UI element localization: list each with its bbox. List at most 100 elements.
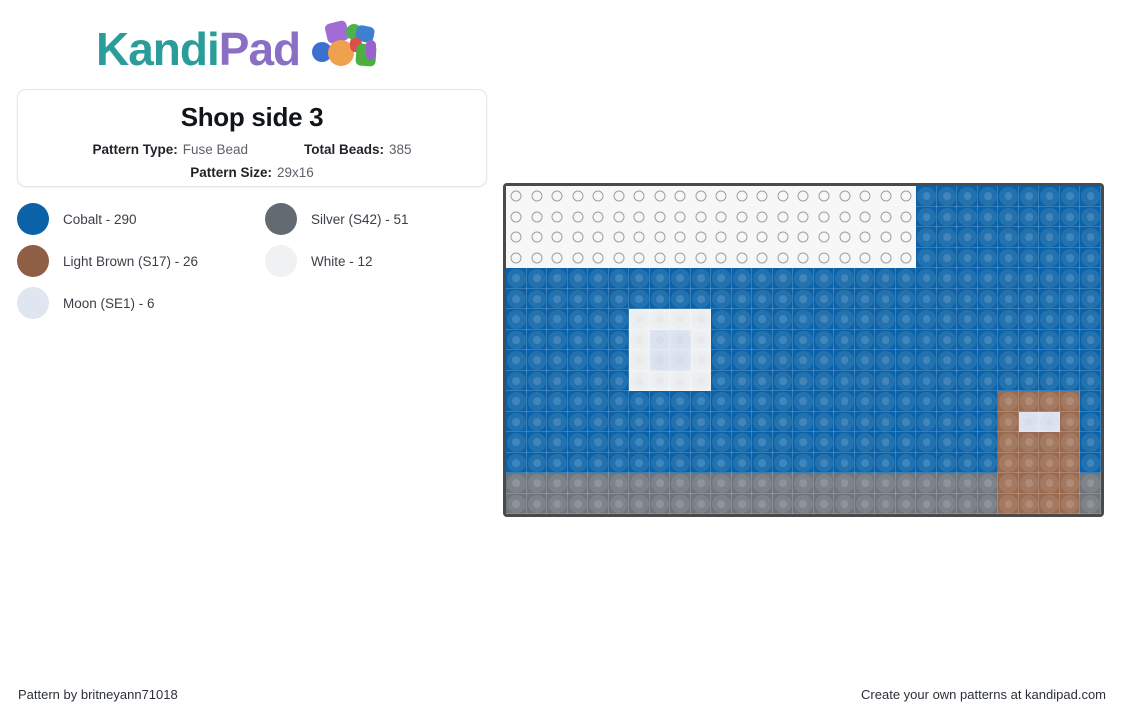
bead-cell[interactable]	[1059, 227, 1081, 248]
bead-cell[interactable]	[526, 391, 548, 412]
bead-cell[interactable]	[649, 370, 671, 391]
bead-cell[interactable]	[567, 473, 589, 494]
bead-cell[interactable]	[526, 452, 548, 473]
bead-cell[interactable]	[875, 309, 896, 330]
bead-cell[interactable]	[649, 186, 671, 207]
bead-cell[interactable]	[567, 411, 589, 432]
bead-cell[interactable]	[588, 268, 609, 289]
bead-cell[interactable]	[895, 473, 917, 494]
bead-cell[interactable]	[875, 370, 896, 391]
bead-cell[interactable]	[1039, 288, 1060, 309]
bead-cell[interactable]	[1039, 247, 1060, 268]
bead-cell[interactable]	[998, 493, 1019, 514]
bead-cell[interactable]	[1059, 247, 1081, 268]
bead-cell[interactable]	[854, 432, 876, 453]
bead-cell[interactable]	[690, 227, 712, 248]
bead-cell[interactable]	[916, 411, 937, 432]
bead-cell[interactable]	[977, 370, 999, 391]
bead-cell[interactable]	[547, 473, 568, 494]
bead-cell[interactable]	[895, 309, 917, 330]
bead-cell[interactable]	[588, 452, 609, 473]
bead-cell[interactable]	[690, 186, 712, 207]
bead-cell[interactable]	[711, 247, 732, 268]
bead-cell[interactable]	[711, 493, 732, 514]
bead-cell[interactable]	[834, 370, 855, 391]
legend-item[interactable]: White - 12	[265, 240, 497, 282]
bead-cell[interactable]	[526, 268, 548, 289]
bead-cell[interactable]	[1059, 432, 1081, 453]
bead-cell[interactable]	[547, 206, 568, 227]
bead-cell[interactable]	[670, 370, 691, 391]
bead-cell[interactable]	[834, 309, 855, 330]
bead-cell[interactable]	[793, 452, 814, 473]
bead-cell[interactable]	[649, 452, 671, 473]
bead-cell[interactable]	[998, 227, 1019, 248]
bead-cell[interactable]	[731, 411, 753, 432]
bead-cell[interactable]	[936, 329, 958, 350]
bead-cell[interactable]	[977, 186, 999, 207]
bead-cell[interactable]	[711, 227, 732, 248]
bead-cell[interactable]	[1018, 493, 1040, 514]
bead-cell[interactable]	[1080, 432, 1101, 453]
bead-cell[interactable]	[1080, 473, 1101, 494]
bead-cell[interactable]	[711, 268, 732, 289]
bead-cell[interactable]	[1080, 206, 1101, 227]
bead-cell[interactable]	[854, 350, 876, 371]
bead-cell[interactable]	[936, 206, 958, 227]
bead-cell[interactable]	[916, 493, 937, 514]
bead-cell[interactable]	[752, 288, 773, 309]
bead-cell[interactable]	[526, 247, 548, 268]
bead-cell[interactable]	[895, 186, 917, 207]
bead-cell[interactable]	[895, 370, 917, 391]
bead-cell[interactable]	[752, 473, 773, 494]
bead-cell[interactable]	[957, 186, 978, 207]
bead-cell[interactable]	[936, 370, 958, 391]
bead-cell[interactable]	[916, 350, 937, 371]
bead-grid[interactable]	[506, 186, 1101, 514]
bead-cell[interactable]	[1080, 268, 1101, 289]
bead-cell[interactable]	[567, 186, 589, 207]
bead-cell[interactable]	[670, 350, 691, 371]
bead-cell[interactable]	[670, 288, 691, 309]
bead-cell[interactable]	[506, 411, 527, 432]
bead-cell[interactable]	[752, 227, 773, 248]
bead-cell[interactable]	[1059, 350, 1081, 371]
bead-cell[interactable]	[506, 329, 527, 350]
bead-cell[interactable]	[957, 227, 978, 248]
bead-cell[interactable]	[690, 329, 712, 350]
bead-cell[interactable]	[629, 452, 650, 473]
bead-cell[interactable]	[813, 391, 835, 412]
bead-cell[interactable]	[752, 452, 773, 473]
bead-cell[interactable]	[526, 309, 548, 330]
bead-cell[interactable]	[1018, 432, 1040, 453]
bead-cell[interactable]	[629, 350, 650, 371]
bead-cell[interactable]	[711, 309, 732, 330]
bead-cell[interactable]	[854, 288, 876, 309]
bead-cell[interactable]	[1080, 227, 1101, 248]
bead-cell[interactable]	[813, 411, 835, 432]
bead-cell[interactable]	[813, 309, 835, 330]
bead-cell[interactable]	[977, 432, 999, 453]
bead-cell[interactable]	[506, 391, 527, 412]
bead-cell[interactable]	[793, 268, 814, 289]
bead-cell[interactable]	[834, 186, 855, 207]
bead-cell[interactable]	[567, 227, 589, 248]
bead-cell[interactable]	[711, 452, 732, 473]
bead-cell[interactable]	[690, 288, 712, 309]
bead-cell[interactable]	[608, 452, 630, 473]
bead-cell[interactable]	[1018, 268, 1040, 289]
bead-cell[interactable]	[875, 473, 896, 494]
bead-cell[interactable]	[752, 247, 773, 268]
bead-cell[interactable]	[506, 288, 527, 309]
bead-cell[interactable]	[977, 411, 999, 432]
bead-cell[interactable]	[854, 247, 876, 268]
bead-cell[interactable]	[1059, 370, 1081, 391]
bead-cell[interactable]	[977, 227, 999, 248]
bead-cell[interactable]	[854, 411, 876, 432]
bead-cell[interactable]	[854, 493, 876, 514]
bead-cell[interactable]	[772, 391, 794, 412]
bead-cell[interactable]	[957, 329, 978, 350]
bead-cell[interactable]	[608, 329, 630, 350]
bead-cell[interactable]	[772, 329, 794, 350]
bead-cell[interactable]	[731, 206, 753, 227]
